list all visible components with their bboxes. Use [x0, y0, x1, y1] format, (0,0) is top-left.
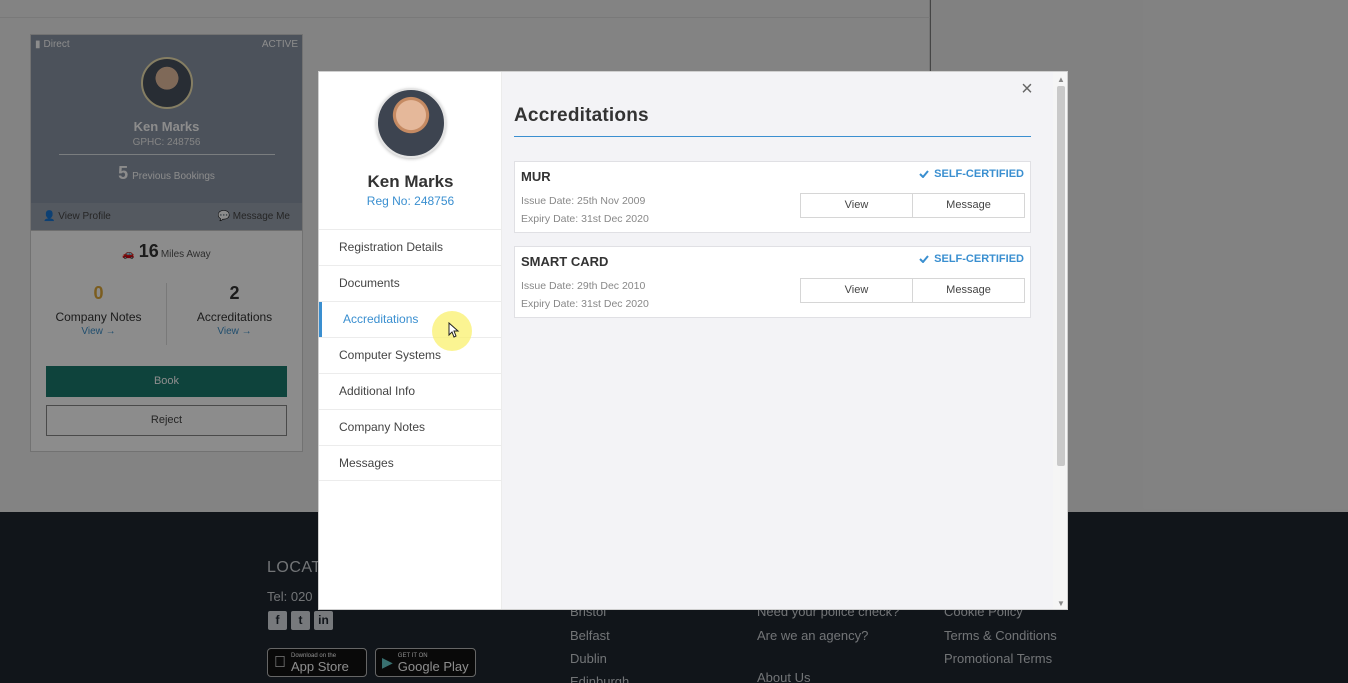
section-title: Accreditations	[514, 105, 649, 126]
profile-name: Ken Marks	[367, 172, 454, 191]
message-button[interactable]: Message	[912, 193, 1025, 218]
scroll-down-icon[interactable]: ▼	[1057, 599, 1065, 608]
expiry-date: Expiry Date: 31st Dec 2020	[521, 298, 649, 310]
profile-modal: Ken Marks Reg No: 248756 Registration De…	[318, 71, 1068, 610]
close-icon[interactable]: ×	[1019, 78, 1035, 101]
modal-nav: Registration Details Documents Accredita…	[319, 229, 502, 481]
issue-date: Issue Date: 25th Nov 2009	[521, 195, 646, 207]
mouse-cursor-icon	[448, 322, 460, 338]
accreditation-item: MUR SELF-CERTIFIED Issue Date: 25th Nov …	[514, 161, 1031, 233]
nav-messages[interactable]: Messages	[319, 445, 502, 481]
badge-label: SELF-CERTIFIED	[934, 253, 1024, 265]
view-button[interactable]: View	[800, 193, 913, 218]
modal-sidebar: Ken Marks Reg No: 248756 Registration De…	[319, 72, 502, 609]
accreditation-item: SMART CARD SELF-CERTIFIED Issue Date: 29…	[514, 246, 1031, 318]
nav-computer-systems[interactable]: Computer Systems	[319, 337, 502, 373]
badge-label: SELF-CERTIFIED	[934, 168, 1024, 180]
self-certified-badge: SELF-CERTIFIED	[919, 253, 1024, 265]
accreditation-name: MUR	[521, 169, 551, 184]
title-underline	[514, 136, 1031, 137]
message-button[interactable]: Message	[912, 278, 1025, 303]
profile-reg-no: Reg No: 248756	[366, 194, 455, 208]
view-button[interactable]: View	[800, 278, 913, 303]
accreditation-name: SMART CARD	[521, 254, 609, 269]
modal-content: Accreditations MUR SELF-CERTIFIED Issue …	[503, 72, 1053, 609]
modal-scrollbar[interactable]: ▲ ▼	[1053, 72, 1067, 609]
scrollbar-thumb[interactable]	[1057, 86, 1065, 466]
nav-registration-details[interactable]: Registration Details	[319, 229, 502, 265]
self-certified-badge: SELF-CERTIFIED	[919, 168, 1024, 180]
nav-documents[interactable]: Documents	[319, 265, 502, 301]
check-icon	[919, 255, 929, 263]
scroll-up-icon[interactable]: ▲	[1057, 75, 1065, 84]
avatar	[374, 88, 446, 158]
nav-additional-info[interactable]: Additional Info	[319, 373, 502, 409]
issue-date: Issue Date: 29th Dec 2010	[521, 280, 646, 292]
expiry-date: Expiry Date: 31st Dec 2020	[521, 213, 649, 225]
check-icon	[919, 170, 929, 178]
nav-accreditations[interactable]: Accreditations	[319, 301, 502, 337]
nav-company-notes[interactable]: Company Notes	[319, 409, 502, 445]
